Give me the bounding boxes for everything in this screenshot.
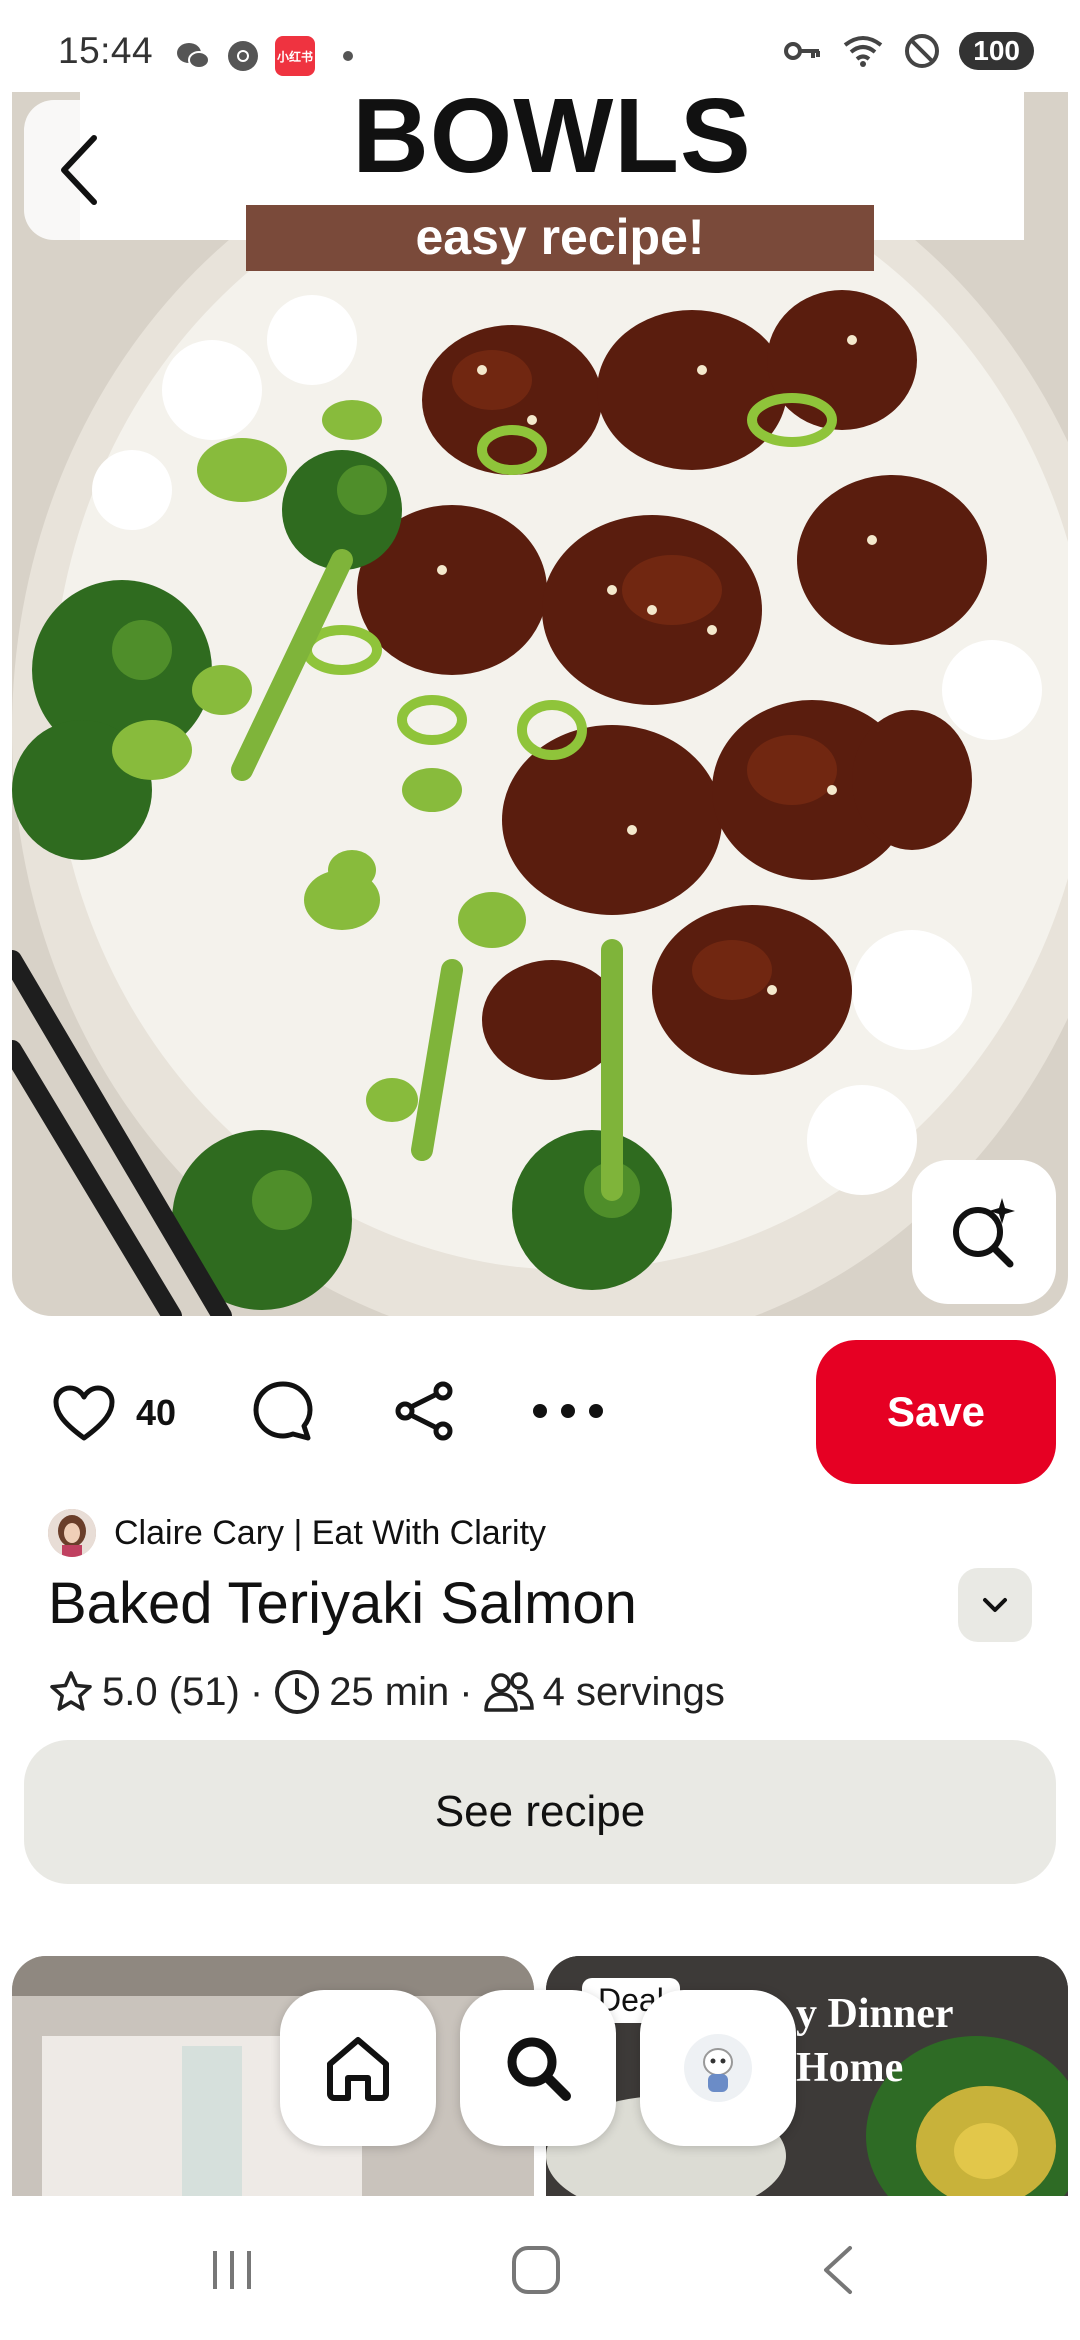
creator-row[interactable]: Claire Cary | Eat With Clarity xyxy=(48,1508,546,1558)
visual-search-button[interactable] xyxy=(912,1160,1056,1304)
search-icon xyxy=(507,2037,571,2101)
chrome-icon xyxy=(228,41,258,71)
creator-avatar[interactable] xyxy=(48,1509,96,1557)
back-chevron-icon xyxy=(824,2246,852,2294)
save-button[interactable]: Save xyxy=(816,1340,1056,1484)
more-dots-icon xyxy=(533,1404,603,1418)
rating-text: 5.0 (51) xyxy=(102,1669,240,1714)
cook-time-text: 25 min xyxy=(329,1669,450,1714)
pin-title: Baked Teriyaki Salmon xyxy=(48,1571,637,1636)
creator-name[interactable]: Claire Cary | Eat With Clarity xyxy=(114,1514,546,1553)
pin-action-bar: 40 Save xyxy=(0,1340,1080,1486)
avatar-image xyxy=(48,1509,96,1557)
hero-subtitle-band: easy recipe! xyxy=(246,205,874,271)
star-icon xyxy=(48,1669,94,1715)
heart-icon xyxy=(53,1385,115,1441)
back-button[interactable] xyxy=(24,100,134,240)
food-photo xyxy=(12,90,1068,1316)
chevron-down-icon xyxy=(983,1598,1007,1612)
more-options-button[interactable] xyxy=(528,1376,608,1446)
back-system-button[interactable] xyxy=(798,2240,878,2300)
share-icon xyxy=(395,1381,453,1441)
home-circle-icon xyxy=(512,2246,560,2294)
hero-subtitle: easy recipe! xyxy=(415,209,705,265)
related-pin-text: y Dinner xyxy=(796,1991,954,2037)
notification-dot xyxy=(343,51,353,61)
status-right-icons: 100 xyxy=(783,32,1034,70)
chevron-left-icon xyxy=(61,135,97,205)
clock-icon xyxy=(273,1668,321,1716)
comment-icon xyxy=(253,1381,313,1441)
home-icon xyxy=(327,2037,389,2101)
home-nav-button[interactable] xyxy=(280,1990,436,2146)
expand-details-button[interactable] xyxy=(958,1568,1032,1642)
recipe-meta-row: 5.0 (51) · 25 min · 4 servings xyxy=(48,1664,725,1720)
meta-separator: · xyxy=(459,1669,473,1714)
status-time: 15:44 xyxy=(58,30,154,71)
profile-avatar-icon xyxy=(684,2034,752,2102)
profile-nav-button[interactable] xyxy=(640,1990,796,2146)
search-nav-button[interactable] xyxy=(460,1990,616,2146)
recent-apps-icon xyxy=(213,2251,251,2289)
battery-indicator: 100 xyxy=(959,32,1034,70)
recent-apps-button[interactable] xyxy=(192,2240,272,2300)
bottom-nav xyxy=(280,1990,796,2150)
see-recipe-button[interactable]: See recipe xyxy=(24,1740,1056,1884)
like-count: 40 xyxy=(136,1392,177,1433)
system-navigation-bar xyxy=(0,2196,1080,2340)
related-pin-text: Home xyxy=(796,2045,904,2091)
pin-image[interactable]: BOWLS easy recipe! xyxy=(12,90,1068,1316)
wechat-icon xyxy=(177,43,210,69)
like-button[interactable] xyxy=(48,1380,120,1446)
home-system-button[interactable] xyxy=(496,2240,576,2300)
dnd-icon xyxy=(905,34,940,68)
servings-text: 4 servings xyxy=(542,1669,725,1714)
xiaohongshu-icon: 小红书 xyxy=(275,36,315,76)
meta-separator: · xyxy=(249,1669,264,1714)
hero-title: BOWLS xyxy=(352,90,752,195)
people-icon xyxy=(483,1670,535,1714)
status-bar: 15:44 小红书 100 xyxy=(0,0,1080,92)
comment-button[interactable] xyxy=(248,1376,318,1446)
status-left-icons: 小红书 xyxy=(175,36,353,76)
sparkle-search-icon xyxy=(953,1198,1015,1268)
share-button[interactable] xyxy=(390,1376,460,1446)
key-icon xyxy=(784,42,821,60)
wifi-icon xyxy=(844,36,883,67)
